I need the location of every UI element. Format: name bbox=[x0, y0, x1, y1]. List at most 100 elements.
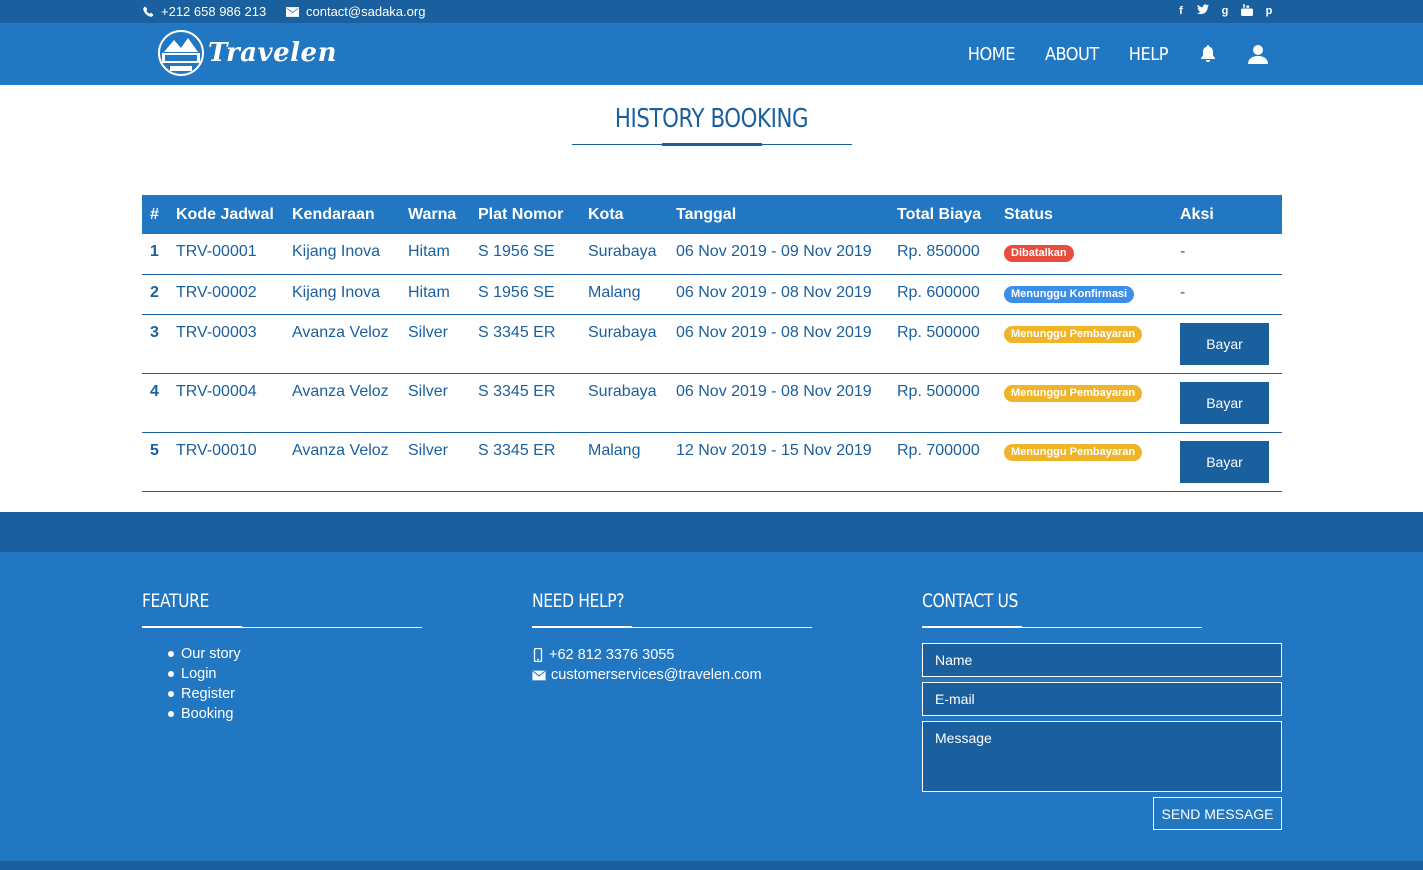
explore-badge-icon bbox=[158, 30, 204, 76]
phone-icon bbox=[143, 6, 154, 17]
contact-message-textarea[interactable]: Message bbox=[922, 721, 1282, 792]
cell-aksi: Bayar bbox=[1173, 432, 1282, 491]
send-message-button[interactable]: SEND MESSAGE bbox=[1153, 797, 1282, 830]
cell-kode: TRV-00001 bbox=[176, 243, 257, 260]
cell-kota: Malang bbox=[588, 283, 641, 301]
cell-biaya: Rp. 850000 bbox=[897, 243, 980, 260]
cell-aksi: - bbox=[1180, 243, 1186, 260]
nav-help[interactable]: HELP bbox=[1129, 44, 1169, 65]
cell-kota: Malang bbox=[588, 441, 641, 459]
top-email-text: contact@sadaka.org bbox=[306, 4, 426, 19]
footer-help: NEED HELP? +62 812 3376 3055 customerser… bbox=[532, 590, 812, 683]
cell-warna: Silver bbox=[408, 441, 449, 459]
contact-divider-accent bbox=[922, 626, 1022, 628]
cell-plat: S 3345 ER bbox=[478, 441, 556, 459]
nav-about[interactable]: ABOUT bbox=[1045, 44, 1099, 65]
cell-tanggal: 12 Nov 2019 - 15 Nov 2019 bbox=[676, 441, 872, 459]
pay-button[interactable]: Bayar bbox=[1180, 381, 1269, 424]
social-links: f g p bbox=[1175, 4, 1275, 18]
facebook-icon[interactable]: f bbox=[1175, 4, 1187, 18]
table-row: 3 TRV-00003 Avanza Veloz Silver S 3345 E… bbox=[142, 314, 1282, 373]
feature-link-booking[interactable]: Booking bbox=[168, 705, 241, 725]
cell-plat: S 1956 SE bbox=[478, 243, 555, 260]
feature-link-register[interactable]: Register bbox=[168, 685, 241, 705]
cell-kendaraan: Kijang Inova bbox=[292, 243, 381, 260]
status-badge: Menunggu Pembayaran bbox=[1004, 384, 1143, 402]
cell-tanggal: 06 Nov 2019 - 08 Nov 2019 bbox=[676, 283, 872, 301]
youtube-icon[interactable] bbox=[1241, 4, 1253, 18]
table-header: # Kode Jadwal Kendaraan Warna Plat Nomor… bbox=[142, 195, 1282, 234]
cell-kendaraan: Kijang Inova bbox=[292, 283, 381, 301]
help-items: +62 812 3376 3055 customerservices@trave… bbox=[532, 645, 762, 685]
contact-email-input[interactable]: E-mail bbox=[922, 682, 1282, 716]
footer: FEATURE Our story Login Register Booking… bbox=[0, 552, 1423, 861]
feature-title: FEATURE bbox=[142, 590, 209, 612]
cell-aksi: Bayar bbox=[1173, 314, 1282, 373]
contact-name-input[interactable]: Name bbox=[922, 643, 1282, 677]
help-email: customerservices@travelen.com bbox=[532, 665, 762, 685]
cell-status: Menunggu Pembayaran bbox=[997, 432, 1173, 491]
pay-button[interactable]: Bayar bbox=[1180, 440, 1269, 483]
help-email-text[interactable]: customerservices@travelen.com bbox=[551, 666, 762, 684]
cell-plat: S 1956 SE bbox=[478, 283, 555, 301]
cell-status: Menunggu Pembayaran bbox=[997, 373, 1173, 432]
cell-kode: TRV-00004 bbox=[176, 382, 257, 400]
google-plus-icon[interactable]: g bbox=[1219, 4, 1231, 18]
twitter-icon[interactable] bbox=[1197, 4, 1209, 18]
mobile-icon bbox=[533, 648, 543, 662]
cell-kendaraan: Avanza Veloz bbox=[292, 382, 389, 400]
col-kode: Kode Jadwal bbox=[176, 205, 274, 223]
help-title: NEED HELP? bbox=[532, 590, 625, 612]
status-badge: Menunggu Konfirmasi bbox=[1004, 285, 1135, 303]
col-num: # bbox=[150, 205, 159, 223]
cell-kota: Surabaya bbox=[588, 243, 657, 260]
col-kendaraan: Kendaraan bbox=[292, 205, 375, 223]
cell-kendaraan: Avanza Veloz bbox=[292, 441, 389, 459]
cell-kode: TRV-00010 bbox=[176, 441, 257, 459]
footer-feature: FEATURE Our story Login Register Booking bbox=[142, 590, 422, 722]
help-phone-text: +62 812 3376 3055 bbox=[549, 647, 675, 663]
footer-band bbox=[0, 512, 1423, 552]
user-icon[interactable] bbox=[1248, 43, 1268, 65]
brand-logo[interactable]: Travelen bbox=[156, 28, 337, 78]
cell-warna: Silver bbox=[408, 382, 449, 400]
col-status: Status bbox=[1004, 205, 1053, 223]
cell-biaya: Rp. 700000 bbox=[897, 441, 980, 459]
cell-kendaraan: Avanza Veloz bbox=[292, 323, 389, 341]
feature-list: Our story Login Register Booking bbox=[168, 645, 241, 725]
cell-status: Menunggu Konfirmasi bbox=[997, 274, 1173, 314]
cell-warna: Hitam bbox=[408, 243, 450, 260]
page-title: HISTORY BOOKING bbox=[614, 104, 809, 134]
feature-link-login[interactable]: Login bbox=[168, 665, 241, 685]
cell-num: 5 bbox=[150, 441, 159, 459]
feature-link-our-story[interactable]: Our story bbox=[168, 645, 241, 665]
col-kota: Kota bbox=[588, 205, 624, 223]
footer-contact: CONTACT US Name E-mail Message SEND MESS… bbox=[922, 590, 1282, 830]
table-row: 1 TRV-00001 Kijang Inova Hitam S 1956 SE… bbox=[142, 234, 1282, 274]
table-row: 5 TRV-00010 Avanza Veloz Silver S 3345 E… bbox=[142, 432, 1282, 491]
col-plat: Plat Nomor bbox=[478, 205, 564, 223]
pay-button[interactable]: Bayar bbox=[1180, 322, 1269, 365]
top-phone: +212 658 986 213 bbox=[143, 4, 266, 19]
cell-biaya: Rp. 500000 bbox=[897, 382, 980, 400]
cell-num: 2 bbox=[150, 283, 159, 301]
feature-divider-accent bbox=[142, 626, 242, 628]
cell-kota: Surabaya bbox=[588, 323, 657, 341]
cell-biaya: Rp. 500000 bbox=[897, 323, 980, 341]
cell-tanggal: 06 Nov 2019 - 08 Nov 2019 bbox=[676, 382, 872, 400]
help-phone: +62 812 3376 3055 bbox=[532, 645, 762, 665]
cell-aksi: Bayar bbox=[1173, 373, 1282, 432]
col-warna: Warna bbox=[408, 205, 457, 223]
top-email: contact@sadaka.org bbox=[286, 4, 425, 19]
nav-home[interactable]: HOME bbox=[968, 44, 1016, 65]
nav-links: HOME ABOUT HELP bbox=[938, 23, 1268, 85]
history-table: # Kode Jadwal Kendaraan Warna Plat Nomor… bbox=[142, 195, 1282, 492]
bell-icon[interactable] bbox=[1198, 43, 1218, 65]
cell-tanggal: 06 Nov 2019 - 08 Nov 2019 bbox=[676, 323, 872, 341]
table-row: 4 TRV-00004 Avanza Veloz Silver S 3345 E… bbox=[142, 373, 1282, 432]
col-biaya: Total Biaya bbox=[897, 205, 982, 223]
status-badge: Dibatalkan bbox=[1004, 245, 1074, 262]
cell-kota: Surabaya bbox=[588, 382, 657, 400]
pinterest-icon[interactable]: p bbox=[1263, 4, 1275, 18]
cell-biaya: Rp. 600000 bbox=[897, 283, 980, 301]
